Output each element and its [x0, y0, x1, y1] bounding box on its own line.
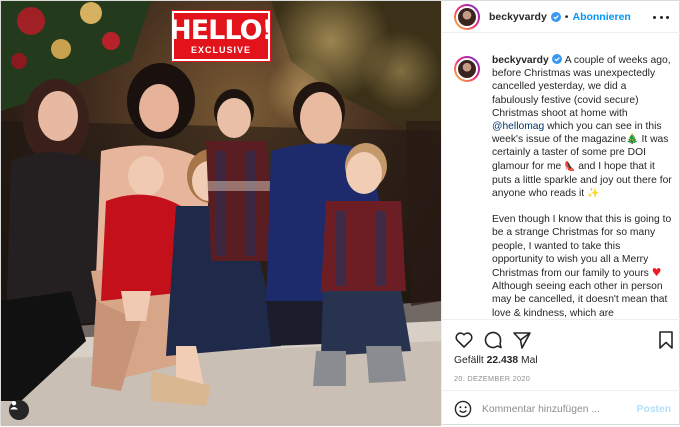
follow-button[interactable]: Abonnieren	[572, 11, 630, 23]
comment-bubble-icon[interactable]	[483, 330, 503, 350]
likes-number: 22.438	[486, 355, 519, 366]
logo-subtitle: EXCLUSIVE	[190, 44, 251, 55]
post-photo[interactable]: HELLO! EXCLUSIVE	[1, 1, 441, 426]
caption-text: beckyvardy A couple of weeks ago, before …	[492, 54, 673, 319]
post-side-panel: beckyvardy • Abonnieren beckyvardy A coup…	[441, 1, 680, 426]
paper-plane-icon[interactable]	[512, 330, 532, 350]
avatar-image	[456, 5, 478, 28]
caption-text-part-6: Although seeing each other in person may…	[492, 281, 668, 319]
comment-input[interactable]	[482, 403, 637, 415]
smiley-icon[interactable]	[454, 400, 472, 418]
post-date[interactable]: 20. DEZEMBER 2020	[454, 374, 530, 383]
likes-count[interactable]: Gefällt 22.438 Mal	[454, 355, 538, 366]
header-username[interactable]: beckyvardy	[489, 11, 547, 23]
boot-emoji: 👠	[564, 161, 576, 172]
likes-prefix: Gefällt	[454, 355, 484, 366]
post-header: beckyvardy • Abonnieren	[442, 1, 680, 33]
post-actions: Gefällt 22.438 Mal 20. DEZEMBER 2020 Pos…	[442, 319, 680, 426]
red-heart-emoji: ♥	[651, 266, 662, 280]
avatar[interactable]	[454, 3, 480, 30]
caption-avatar[interactable]	[454, 56, 480, 82]
caption-text-part-5: Even though I know that this is going to…	[492, 214, 672, 280]
separator-dot: •	[564, 10, 569, 23]
caption-scroll-area[interactable]: beckyvardy A couple of weeks ago, before …	[442, 54, 680, 319]
likes-suffix: Mal	[521, 355, 538, 366]
logo-word: HELLO!	[169, 14, 274, 46]
caption-username[interactable]: beckyvardy	[492, 55, 549, 66]
family-christmas-photo	[1, 1, 441, 426]
post-comment-button[interactable]: Posten	[637, 404, 671, 415]
hello-magazine-logo: HELLO! EXCLUSIVE	[169, 10, 274, 62]
instagram-post: HELLO! EXCLUSIVE beckyvardy • Abonnieren	[0, 0, 680, 426]
verified-badge-icon	[550, 11, 561, 22]
heart-icon[interactable]	[454, 330, 474, 350]
add-comment-bar: Posten	[442, 390, 680, 427]
bookmark-icon[interactable]	[656, 330, 676, 350]
caption-paragraph-1: beckyvardy A couple of weeks ago, before …	[492, 54, 673, 200]
user-tag-icon[interactable]	[9, 400, 29, 420]
action-icon-row	[454, 330, 676, 350]
more-options-icon[interactable]	[653, 10, 669, 24]
caption-verified-badge-icon	[551, 54, 562, 64]
caption-paragraph-2: Even though I know that this is going to…	[492, 213, 673, 319]
user-silhouette-icon	[10, 401, 18, 410]
mention-link[interactable]: @hellomag	[492, 121, 544, 132]
christmas-tree-emoji: 🎄	[626, 134, 639, 146]
sparkle-emoji: ✨	[587, 188, 600, 200]
caption-avatar-image	[456, 58, 478, 80]
